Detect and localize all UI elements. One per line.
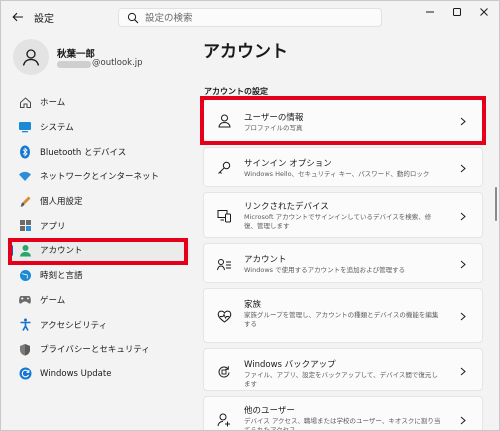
card-title: Windows バックアップ <box>244 360 336 370</box>
sidebar-item-label: ホーム <box>40 98 66 109</box>
card-desc: Windows で使用するアカウントを追加および管理する <box>244 266 406 274</box>
card-desc: デバイス アクセス、職場または学校のユーザー、キオスクに割り当てられたアクセス <box>244 417 441 431</box>
update-icon <box>18 367 32 381</box>
card-title: 他のユーザー <box>244 406 295 416</box>
sidebar-item-label: Bluetooth とデバイス <box>40 147 127 158</box>
sidebar-item-label: 個人用設定 <box>40 197 83 208</box>
highlight-frame-accounts <box>8 238 188 265</box>
account-list-icon <box>216 256 232 272</box>
card-desc: Microsoft アカウントでサインインしているデバイスを検索、修復、管理しま… <box>244 213 432 230</box>
back-arrow-icon <box>12 12 23 22</box>
chevron-right-icon <box>458 259 468 269</box>
card-sign-in-options[interactable]: サインイン オプション Windows Hello、セキュリティ キー、パスワー… <box>203 147 483 187</box>
apps-icon <box>18 219 32 233</box>
sidebar-item-accessibility[interactable]: アクセシビリティ <box>10 312 190 337</box>
card-desc: ファイル、アプリ、設定をバックアップして、デバイス間で復元します <box>244 371 438 388</box>
heart-icon <box>216 308 232 324</box>
sidebar-item-label: システム <box>40 123 74 134</box>
minimize-icon <box>426 11 434 13</box>
sidebar-item-label: ゲーム <box>40 295 66 306</box>
card-desc: Windows Hello、セキュリティ キー、パスワード、動的ロック <box>244 170 430 178</box>
chevron-right-icon <box>458 415 468 425</box>
key-icon <box>216 160 232 176</box>
shield-icon <box>18 342 32 356</box>
card-linked-devices[interactable]: リンクされたデバイス Microsoft アカウントでサインインしているデバイス… <box>203 192 483 238</box>
sidebar-item-home[interactable]: ホーム <box>10 90 190 115</box>
other-users-icon <box>216 412 232 428</box>
sidebar-item-gaming[interactable]: ゲーム <box>10 288 190 313</box>
settings-card-list: ユーザーの情報 プロファイルの写真 サインイン オプション Windows He… <box>203 99 483 431</box>
card-title: 家族 <box>244 300 262 310</box>
highlight-frame-your-info <box>200 96 486 145</box>
maximize-button[interactable] <box>444 3 470 21</box>
home-icon <box>18 95 32 109</box>
scrollbar-thumb[interactable] <box>495 187 497 221</box>
sidebar-item-label: アプリ <box>40 221 66 232</box>
sidebar-item-label: ネットワークとインターネット <box>40 172 160 183</box>
backup-icon <box>216 363 232 379</box>
sidebar-item-label: Windows Update <box>40 368 112 379</box>
profile-name: 秋葉一郎 <box>57 49 96 60</box>
page-title: アカウント <box>203 42 288 62</box>
bluetooth-icon <box>18 145 32 159</box>
card-windows-backup[interactable]: Windows バックアップ ファイル、アプリ、設定をバックアップして、デバイス… <box>203 348 483 391</box>
chevron-right-icon <box>458 311 468 321</box>
sidebar-item-privacy[interactable]: プライバシーとセキュリティ <box>10 337 190 362</box>
chevron-right-icon <box>458 366 468 376</box>
sidebar-item-network[interactable]: ネットワークとインターネット <box>10 164 190 189</box>
email-redacted <box>57 61 91 68</box>
globe-icon <box>18 268 32 282</box>
gamepad-icon <box>18 293 32 307</box>
sidebar-item-windows-update[interactable]: Windows Update <box>10 362 190 387</box>
app-title: 設定 <box>34 14 54 25</box>
settings-window: 設定 秋葉一郎 @outlook.jp <box>0 0 500 431</box>
card-title: アカウント <box>244 255 287 265</box>
card-title: リンクされたデバイス <box>244 202 329 212</box>
sidebar-item-system[interactable]: システム <box>10 115 190 140</box>
card-title: サインイン オプション <box>244 159 332 169</box>
user-avatar-icon <box>22 49 40 66</box>
sidebar-item-apps[interactable]: アプリ <box>10 213 190 238</box>
search-icon <box>127 12 139 24</box>
card-family[interactable]: 家族 家族グループを管理し、アカウントの種類とデバイスの機能を編集する <box>203 288 483 343</box>
title-bar: 設定 <box>1 1 499 33</box>
sidebar-item-personalization[interactable]: 個人用設定 <box>10 189 190 214</box>
card-other-users[interactable]: 他のユーザー デバイス アクセス、職場または学校のユーザー、キオスクに割り当てら… <box>203 396 483 431</box>
chevron-right-icon <box>458 211 468 221</box>
devices-icon <box>216 208 232 224</box>
card-accounts[interactable]: アカウント Windows で使用するアカウントを追加および管理する <box>203 243 483 283</box>
brush-icon <box>18 194 32 208</box>
card-desc: 家族グループを管理し、アカウントの種類とデバイスの機能を編集する <box>244 311 439 328</box>
sidebar-item-bluetooth[interactable]: Bluetooth とデバイス <box>10 139 190 164</box>
sidebar-item-label: アクセシビリティ <box>40 320 108 331</box>
minimize-button[interactable] <box>417 3 443 21</box>
wifi-icon <box>18 169 32 183</box>
profile-email: @outlook.jp <box>92 58 143 68</box>
sidebar-item-label: 時刻と言語 <box>40 271 83 282</box>
system-icon <box>18 120 32 134</box>
accessibility-icon <box>18 318 32 332</box>
maximize-icon <box>453 8 461 16</box>
sidebar-item-label: プライバシーとセキュリティ <box>40 345 150 356</box>
sidebar-item-time-language[interactable]: 時刻と言語 <box>10 263 190 288</box>
close-button[interactable] <box>471 3 497 21</box>
back-button[interactable] <box>7 7 29 27</box>
search-input[interactable] <box>145 11 375 25</box>
avatar[interactable] <box>13 39 49 75</box>
chevron-right-icon <box>458 163 468 173</box>
search-box[interactable] <box>118 8 382 27</box>
close-icon <box>480 8 488 16</box>
